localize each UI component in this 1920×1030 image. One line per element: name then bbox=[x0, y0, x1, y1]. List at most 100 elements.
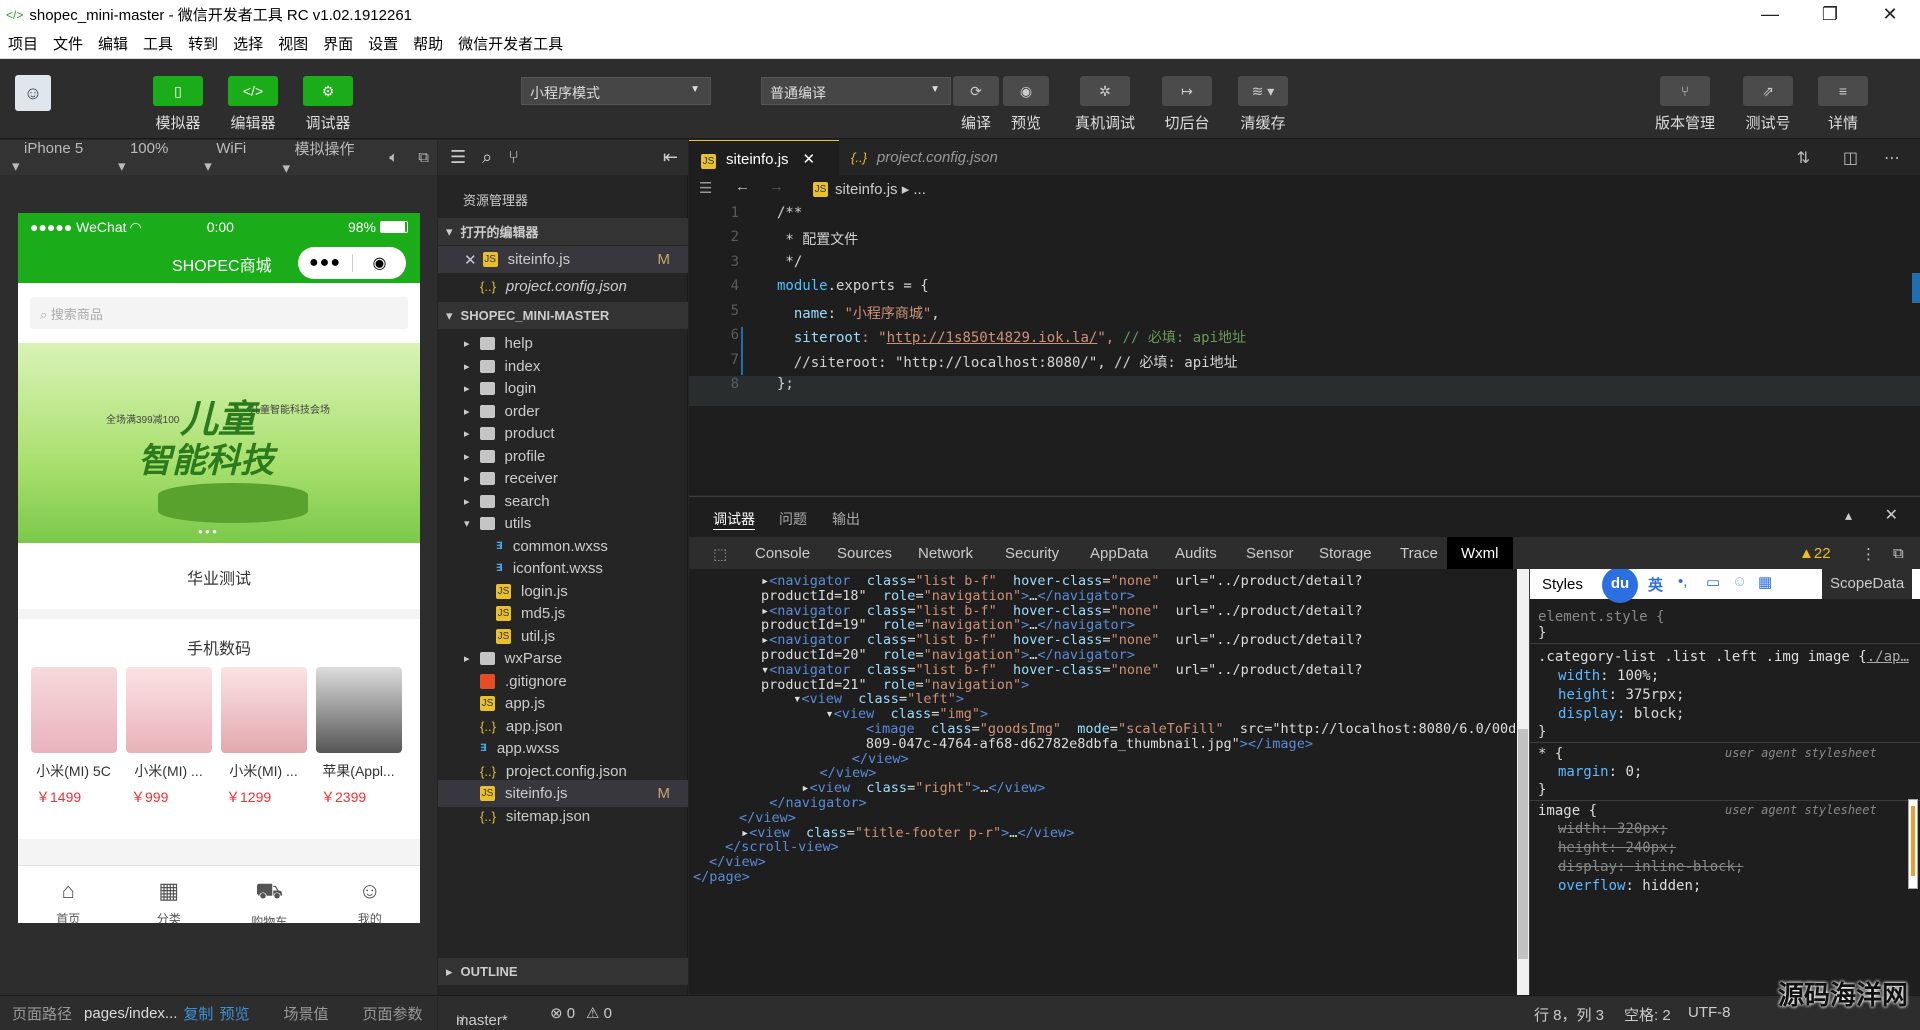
phone-simulator[interactable]: ●●●●● WeChat ◠ 0:00 98% SHOPEC商城 ●●● ◉ ⌕… bbox=[18, 213, 420, 923]
device-select[interactable]: iPhone 5 ▾ bbox=[12, 140, 98, 175]
wxml-line[interactable]: </page> bbox=[693, 869, 750, 886]
tab-siteinfo[interactable]: JS siteinfo.js ✕ bbox=[689, 140, 839, 175]
simulator-button[interactable]: ▯ 模拟器 bbox=[153, 76, 203, 133]
forward-icon[interactable]: → bbox=[769, 178, 784, 195]
more-actions-icon[interactable]: ⋯ bbox=[1884, 148, 1900, 168]
mode-select[interactable]: 小程序模式 ▼ bbox=[521, 77, 711, 105]
styles-scrollbar[interactable] bbox=[1908, 799, 1918, 889]
avatar[interactable]: ☺ bbox=[15, 75, 51, 111]
tab-profile[interactable]: ☺ 我的 bbox=[320, 866, 421, 923]
ime-keyboard-icon[interactable]: ▭ bbox=[1706, 573, 1720, 591]
close-tab-icon[interactable]: ✕ bbox=[803, 151, 816, 168]
ime-grid-icon[interactable]: ▦ bbox=[1758, 573, 1772, 591]
cursor-position[interactable]: 行 8，列 3 bbox=[1534, 1004, 1604, 1025]
tab-category[interactable]: ▦ 分类 bbox=[119, 866, 220, 923]
search-bar[interactable]: ⌕ 搜索商品 bbox=[18, 283, 420, 343]
open-editor-project-config[interactable]: {..} project.config.json bbox=[438, 273, 688, 300]
preview-button[interactable]: ◉ 预览 bbox=[1003, 76, 1049, 133]
menu-select[interactable]: 选择 bbox=[233, 33, 263, 54]
tab-scopedata[interactable]: ScopeData bbox=[1822, 569, 1913, 599]
product-card[interactable]: 小米(MI) 5C ￥1499 bbox=[26, 667, 121, 807]
warning-count[interactable]: ⚠ 0 bbox=[586, 1004, 612, 1022]
wxml-scrollbar[interactable] bbox=[1517, 569, 1529, 995]
tab-home[interactable]: ⌂ 首页 bbox=[18, 866, 119, 923]
network-select[interactable]: WiFi ▾ bbox=[204, 140, 262, 175]
maximize-button[interactable]: ❐ bbox=[1800, 4, 1860, 25]
tab-wxml[interactable]: Wxml bbox=[1447, 537, 1513, 569]
collapse-panel-icon[interactable]: ⇤ bbox=[663, 147, 678, 168]
preview-link[interactable]: 预览 bbox=[219, 1003, 249, 1024]
compare-icon[interactable]: ⇅ bbox=[1797, 148, 1810, 168]
tab-cart[interactable]: ⛟ 购物车 bbox=[219, 866, 320, 923]
ime-english-icon[interactable]: 英 bbox=[1648, 574, 1663, 595]
menu-interface[interactable]: 界面 bbox=[323, 33, 353, 54]
details-button[interactable]: ≡ 详情 bbox=[1818, 76, 1868, 133]
menu-help[interactable]: 帮助 bbox=[413, 33, 443, 54]
editor-button[interactable]: </> 编辑器 bbox=[228, 76, 278, 133]
menu-tools[interactable]: 工具 bbox=[143, 33, 173, 54]
tab-project-config[interactable]: {..} project.config.json bbox=[839, 140, 1049, 175]
close-panel-icon[interactable]: ✕ bbox=[1885, 505, 1898, 525]
encoding[interactable]: UTF-8 bbox=[1688, 1004, 1731, 1021]
maximize-panel-icon[interactable]: ▴ bbox=[1845, 507, 1852, 524]
more-icon[interactable]: ⋮ bbox=[1861, 545, 1876, 563]
tab-problems[interactable]: 问题 bbox=[779, 509, 807, 529]
ime-du-icon[interactable]: du bbox=[1602, 569, 1638, 603]
compile-button[interactable]: ⟳ 编译 bbox=[953, 76, 999, 133]
compile-mode-select[interactable]: 普通编译 ▼ bbox=[761, 77, 951, 105]
volume-icon[interactable]: 🔈︎ bbox=[389, 149, 398, 166]
indentation[interactable]: 空格: 2 bbox=[1624, 1004, 1671, 1025]
tree-item-sitemap-json[interactable]: {..} sitemap.json bbox=[438, 803, 688, 830]
breadcrumb-path[interactable]: siteinfo.js ▸ ... bbox=[835, 180, 926, 198]
inspect-icon[interactable]: ⬚ bbox=[713, 545, 727, 563]
tab-console[interactable]: Console bbox=[755, 545, 810, 562]
test-id-button[interactable]: ⇗ 测试号 bbox=[1743, 76, 1793, 133]
code-area[interactable]: 1/** 2 * 配置文件 3 */ 4 module.exports = { 5… bbox=[689, 203, 1920, 465]
params-button[interactable]: 页面参数 bbox=[362, 1003, 422, 1024]
close-window-button[interactable]: ✕ bbox=[1860, 4, 1920, 25]
tab-audits[interactable]: Audits bbox=[1175, 545, 1217, 562]
error-count[interactable]: ⊗ 0 bbox=[550, 1004, 575, 1022]
menu-file[interactable]: 文件 bbox=[53, 33, 83, 54]
product-card[interactable]: 小米(MI) ... ￥1299 bbox=[216, 667, 311, 807]
tab-styles[interactable]: Styles bbox=[1542, 576, 1583, 593]
tab-sources[interactable]: Sources bbox=[837, 545, 892, 562]
tab-trace[interactable]: Trace bbox=[1400, 545, 1438, 562]
list-icon[interactable]: ☰ bbox=[450, 147, 466, 168]
git-icon[interactable]: ⑂ bbox=[508, 147, 519, 168]
copy-link[interactable]: 复制 bbox=[183, 1003, 213, 1024]
product-card[interactable]: 小米(MI) ... ￥999 bbox=[121, 667, 216, 807]
list-icon[interactable]: ☰ bbox=[699, 179, 712, 197]
version-button[interactable]: ⑂ 版本管理 bbox=[1655, 76, 1715, 133]
tab-sensor[interactable]: Sensor bbox=[1246, 545, 1294, 562]
minimap-scrollbar[interactable] bbox=[1912, 273, 1920, 303]
menu-settings[interactable]: 设置 bbox=[368, 33, 398, 54]
tab-storage[interactable]: Storage bbox=[1319, 545, 1372, 562]
open-editors-header[interactable]: ▾ 打开的编辑器 bbox=[438, 218, 688, 245]
tab-output[interactable]: 输出 bbox=[832, 509, 860, 529]
tab-appdata[interactable]: AppData bbox=[1090, 545, 1148, 562]
menu-view[interactable]: 视图 bbox=[278, 33, 308, 54]
more-icon[interactable]: ●●● bbox=[298, 254, 352, 272]
minimize-button[interactable]: — bbox=[1740, 4, 1800, 25]
menu-project[interactable]: 项目 bbox=[8, 33, 38, 54]
menu-edit[interactable]: 编辑 bbox=[98, 33, 128, 54]
capsule-menu[interactable]: ●●● ◉ bbox=[298, 247, 406, 279]
project-header[interactable]: ▾ SHOPEC_MINI-MASTER bbox=[438, 302, 688, 329]
source-link[interactable]: ./ap… bbox=[1867, 649, 1909, 665]
real-device-debug-button[interactable]: ✲ 真机调试 bbox=[1075, 76, 1135, 133]
split-editor-icon[interactable]: ◫ bbox=[1843, 148, 1858, 168]
back-icon[interactable]: ← bbox=[735, 178, 750, 195]
tab-network[interactable]: Network bbox=[918, 545, 973, 562]
open-editor-siteinfo[interactable]: ✕ JS siteinfo.js M bbox=[438, 246, 688, 273]
dock-icon[interactable]: ⧉ bbox=[1893, 545, 1904, 562]
close-capsule-icon[interactable]: ◉ bbox=[353, 253, 406, 273]
menu-goto[interactable]: 转到 bbox=[188, 33, 218, 54]
wxml-tree[interactable]: ▸<navigator class="list b-f" hover-class… bbox=[689, 569, 1517, 995]
product-card[interactable]: 苹果(Appl... ￥2399 bbox=[311, 667, 406, 807]
banner[interactable]: 全场满399减100 儿童 智能科技 儿童智能科技会场 ● ● ● bbox=[18, 343, 420, 543]
close-icon[interactable]: ✕ bbox=[464, 251, 477, 269]
background-button[interactable]: ↦ 切后台 bbox=[1162, 76, 1212, 133]
zoom-select[interactable]: 100% ▾ bbox=[118, 140, 184, 175]
outline-header[interactable]: ▸ OUTLINE bbox=[438, 958, 688, 985]
